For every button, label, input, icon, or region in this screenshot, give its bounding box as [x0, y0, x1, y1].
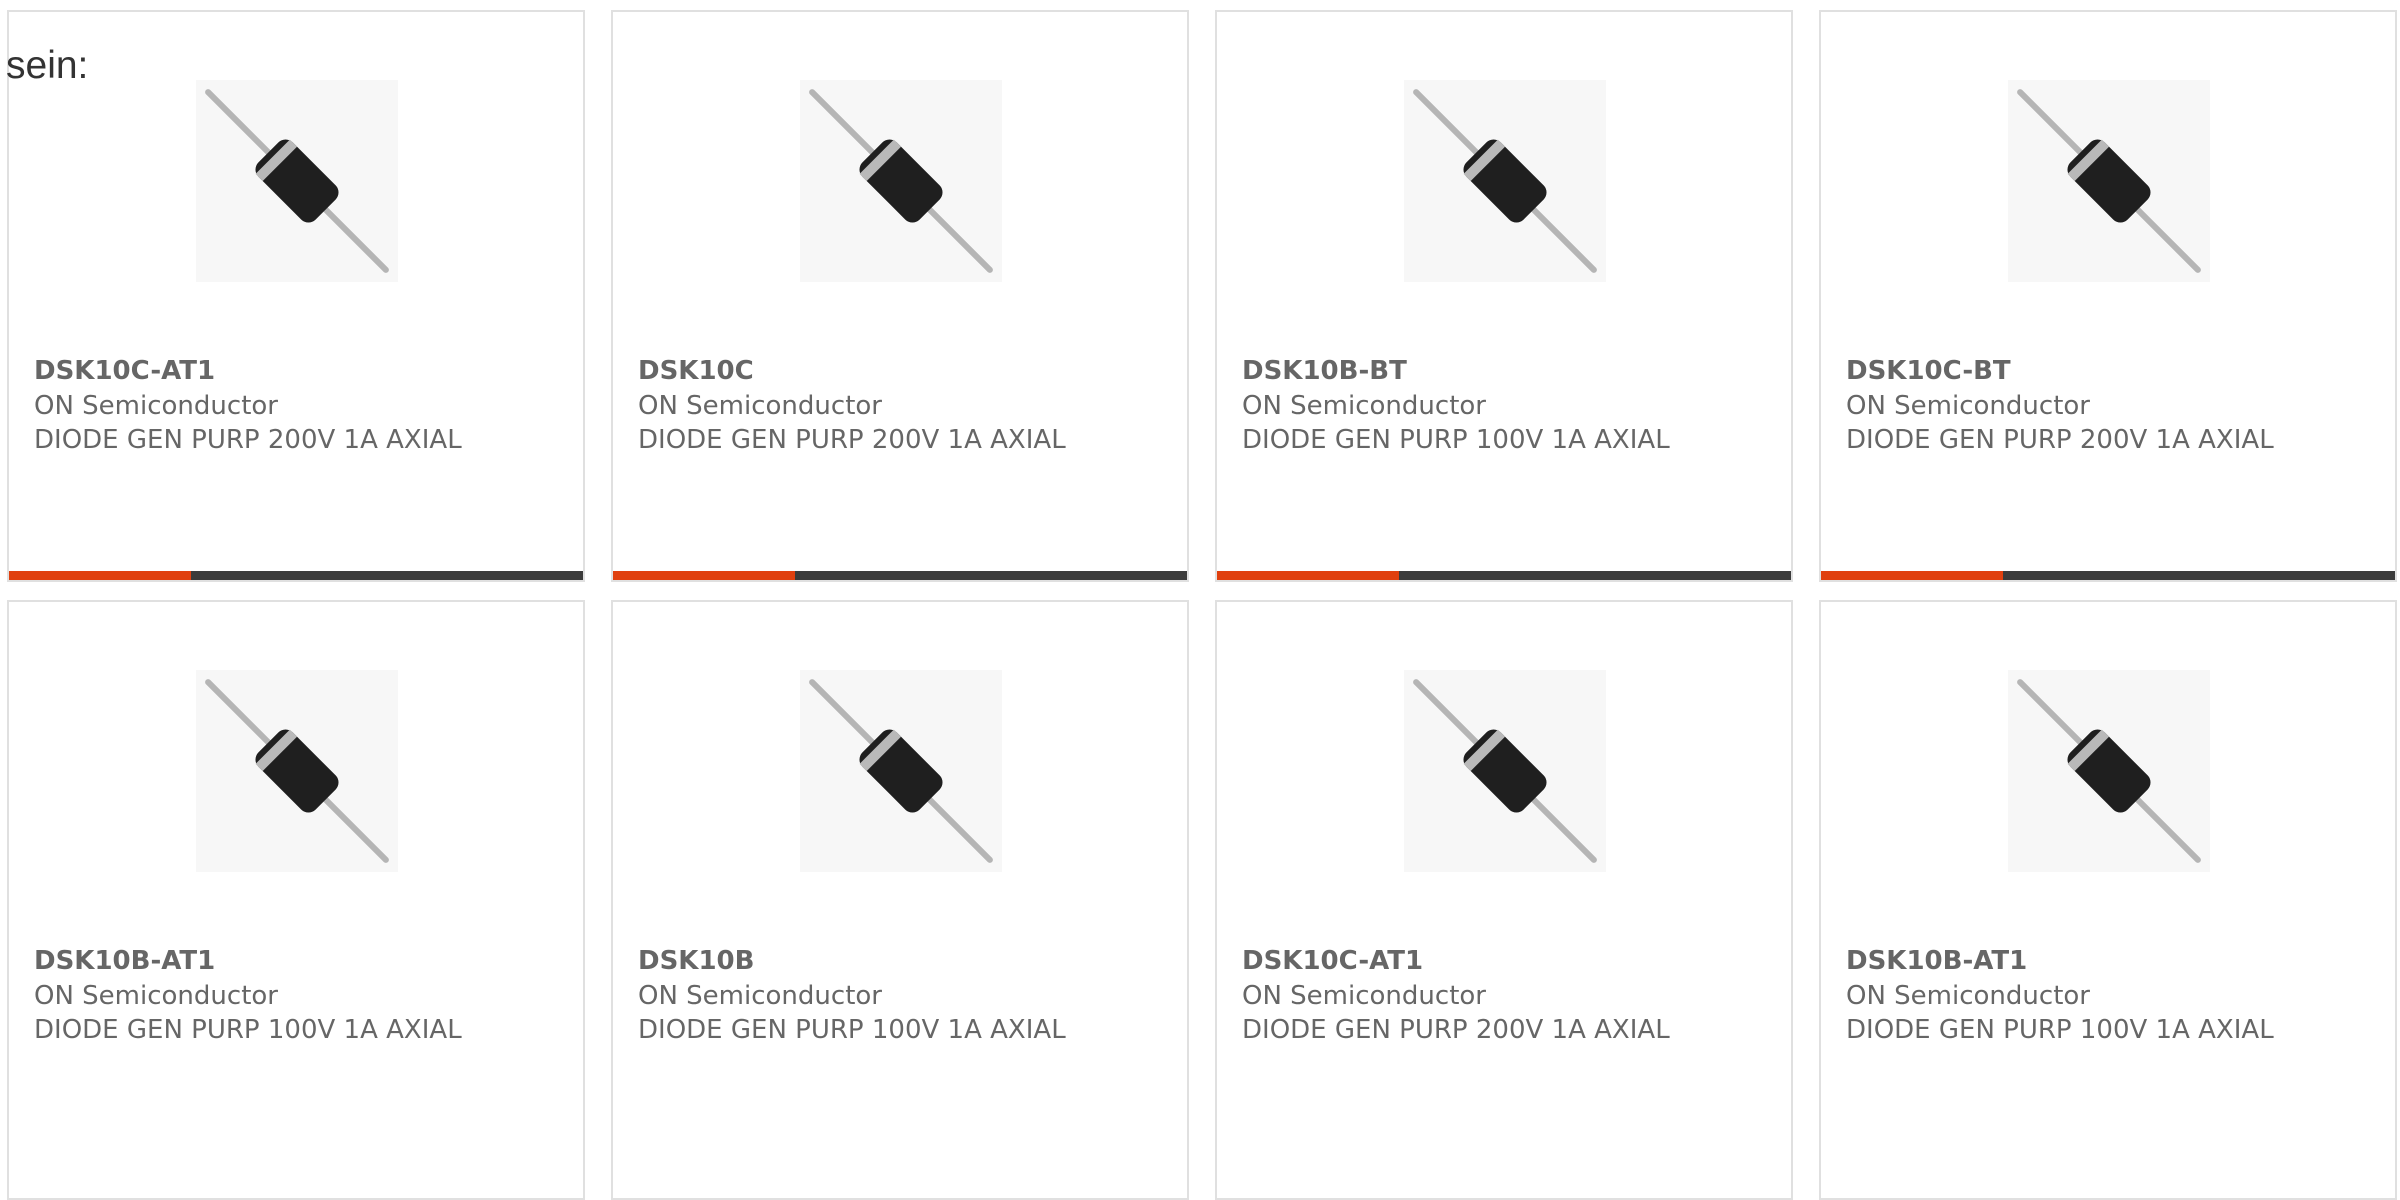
manufacturer: ON Semiconductor [1242, 981, 1486, 1011]
part-number[interactable]: DSK10B-AT1 [34, 944, 215, 978]
description: DIODE GEN PURP 200V 1A AXIAL [1846, 425, 2274, 455]
product-card[interactable]: DSK10B-BT ON Semiconductor DIODE GEN PUR… [1215, 10, 1793, 582]
intro-text: sein: [6, 44, 89, 87]
manufacturer: ON Semiconductor [638, 981, 882, 1011]
product-card[interactable]: DSK10C-AT1 ON Semiconductor DIODE GEN PU… [1215, 600, 1793, 1200]
part-number[interactable]: DSK10B-AT1 [1846, 944, 2027, 978]
manufacturer: ON Semiconductor [638, 391, 882, 421]
description: DIODE GEN PURP 100V 1A AXIAL [1242, 425, 1670, 455]
manufacturer: ON Semiconductor [34, 981, 278, 1011]
part-number[interactable]: DSK10B [638, 944, 754, 978]
part-number[interactable]: DSK10C-BT [1846, 354, 2011, 388]
product-card[interactable]: DSK10B ON Semiconductor DIODE GEN PURP 1… [611, 600, 1189, 1200]
card-accent [1821, 571, 2003, 580]
axial-diode-icon [800, 670, 1002, 872]
manufacturer: ON Semiconductor [1846, 391, 2090, 421]
part-number[interactable]: DSK10C-AT1 [1242, 944, 1423, 978]
description: DIODE GEN PURP 100V 1A AXIAL [1846, 1015, 2274, 1045]
description: DIODE GEN PURP 100V 1A AXIAL [34, 1015, 462, 1045]
axial-diode-icon [800, 80, 1002, 282]
product-card[interactable]: DSK10B-AT1 ON Semiconductor DIODE GEN PU… [1819, 600, 2397, 1200]
part-number[interactable]: DSK10B-BT [1242, 354, 1407, 388]
product-card[interactable]: DSK10C-AT1 ON Semiconductor DIODE GEN PU… [7, 10, 585, 582]
card-accent [1217, 571, 1399, 580]
axial-diode-icon [196, 670, 398, 872]
card-accent [613, 571, 795, 580]
part-number[interactable]: DSK10C [638, 354, 754, 388]
product-card[interactable]: DSK10C-BT ON Semiconductor DIODE GEN PUR… [1819, 10, 2397, 582]
card-footer-bar [1821, 571, 2395, 580]
card-footer-bar [613, 571, 1187, 580]
card-footer-bar [1217, 571, 1791, 580]
description: DIODE GEN PURP 200V 1A AXIAL [34, 425, 462, 455]
axial-diode-icon [1404, 80, 1606, 282]
card-footer-bar [9, 571, 583, 580]
description: DIODE GEN PURP 100V 1A AXIAL [638, 1015, 1066, 1045]
axial-diode-icon [2008, 80, 2210, 282]
description: DIODE GEN PURP 200V 1A AXIAL [638, 425, 1066, 455]
card-accent [9, 571, 191, 580]
product-card[interactable]: DSK10C ON Semiconductor DIODE GEN PURP 2… [611, 10, 1189, 582]
manufacturer: ON Semiconductor [1846, 981, 2090, 1011]
manufacturer: ON Semiconductor [1242, 391, 1486, 421]
part-number[interactable]: DSK10C-AT1 [34, 354, 215, 388]
description: DIODE GEN PURP 200V 1A AXIAL [1242, 1015, 1670, 1045]
product-grid: DSK10C-AT1 ON Semiconductor DIODE GEN PU… [0, 0, 2400, 1200]
axial-diode-icon [2008, 670, 2210, 872]
manufacturer: ON Semiconductor [34, 391, 278, 421]
axial-diode-icon [196, 80, 398, 282]
product-card[interactable]: DSK10B-AT1 ON Semiconductor DIODE GEN PU… [7, 600, 585, 1200]
axial-diode-icon [1404, 670, 1606, 872]
